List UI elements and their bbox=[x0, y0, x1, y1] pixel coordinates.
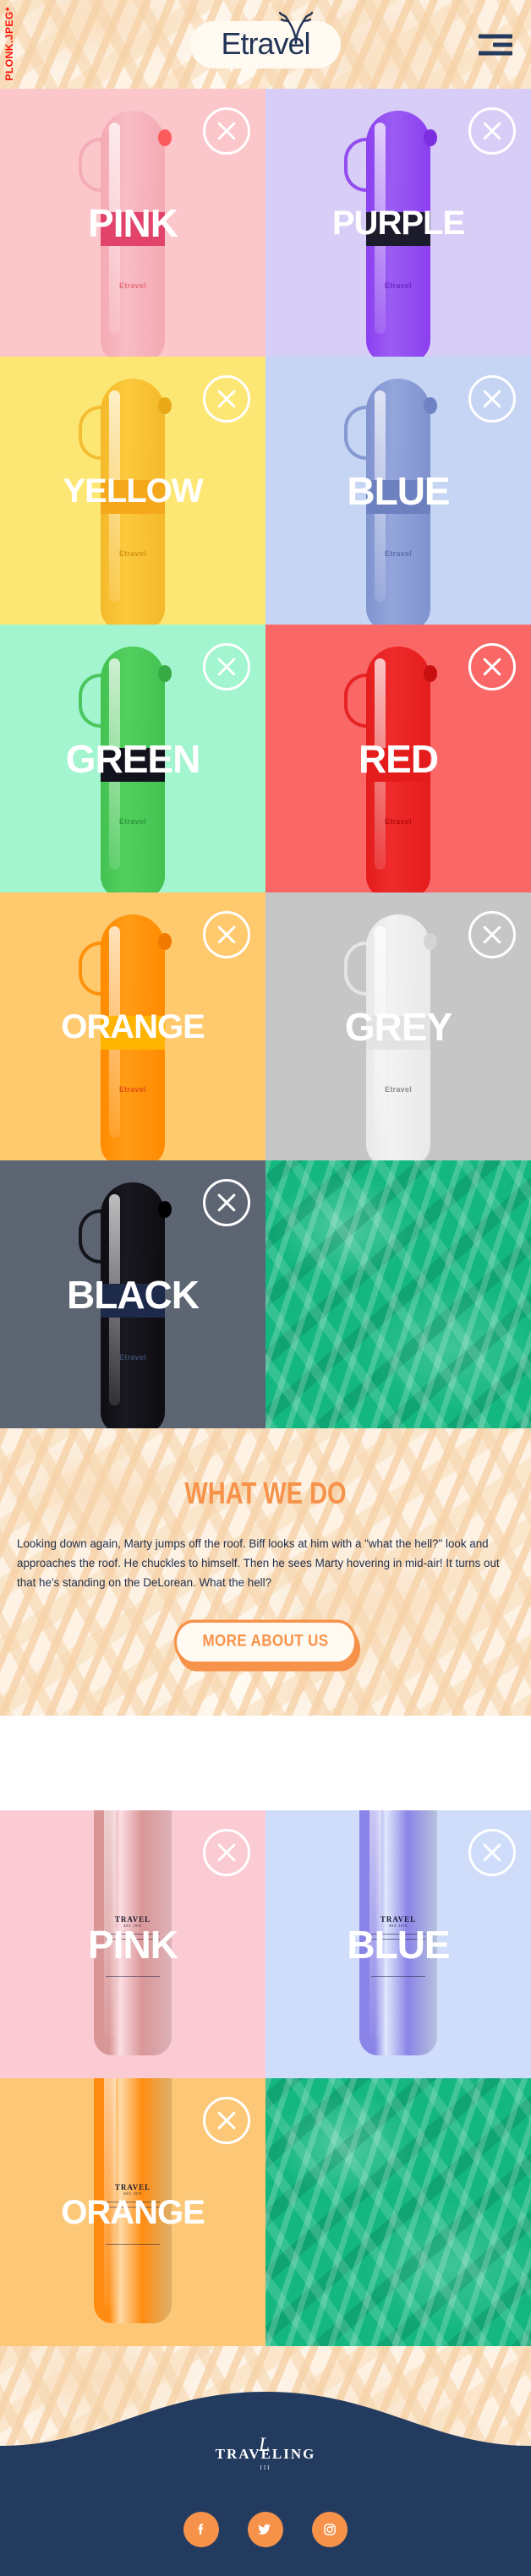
what-we-do-section: WHAT WE DO Looking down again, Marty jum… bbox=[0, 1428, 531, 1716]
product-color-label: RED bbox=[358, 736, 439, 781]
bottle-spout bbox=[158, 1201, 172, 1218]
tumbler-rule bbox=[106, 1976, 160, 1978]
bottle-spout bbox=[424, 397, 437, 414]
bottle-brand-mark: Etravel bbox=[384, 817, 413, 826]
close-x-icon[interactable] bbox=[203, 375, 250, 423]
antler-icon bbox=[278, 11, 314, 44]
site-header: Etravel bbox=[0, 0, 531, 89]
instagram-icon[interactable] bbox=[312, 2512, 348, 2548]
product-grid-primary: Etravel PINK Etravel PURPLE Etravel YELLOW Etr… bbox=[0, 89, 531, 1428]
product-tile-black[interactable]: Etravel BLACK bbox=[0, 1160, 266, 1428]
product-color-label: PINK bbox=[88, 1922, 178, 1967]
bottle-brand-mark: Etravel bbox=[118, 817, 147, 826]
close-x-icon[interactable] bbox=[468, 1829, 516, 1877]
bottle-brand-mark: Etravel bbox=[118, 281, 147, 290]
product-color-label: PINK bbox=[88, 200, 178, 245]
site-footer: L TRAVELING III bbox=[0, 2346, 531, 2576]
product-color-label: YELLOW bbox=[63, 472, 203, 510]
hamburger-line bbox=[493, 42, 512, 46]
close-x-icon[interactable] bbox=[468, 911, 516, 958]
facebook-icon[interactable] bbox=[183, 2512, 219, 2548]
product-color-label: GREY bbox=[344, 1004, 452, 1049]
more-about-us-button[interactable]: MORE ABOUT US bbox=[174, 1619, 357, 1665]
page-root: PLONK.JPEG* Etravel Etravel PINK Etravel P bbox=[0, 0, 531, 2576]
product-tile-green[interactable]: Etravel GREEN bbox=[0, 625, 266, 892]
product-color-label: ORANGE bbox=[61, 1007, 205, 1045]
bottle-brand-mark: Etravel bbox=[118, 549, 147, 558]
bottle-brand-mark: Etravel bbox=[118, 1085, 147, 1094]
footer-bar bbox=[0, 2490, 531, 2576]
close-x-icon[interactable] bbox=[468, 643, 516, 690]
product-tile-blue[interactable]: TRAVEL EST. 1970 BLUE bbox=[266, 1810, 531, 2079]
bottle-brand-mark: Etravel bbox=[384, 1085, 413, 1094]
close-x-icon[interactable] bbox=[203, 1829, 250, 1877]
product-color-label: ORANGE bbox=[61, 2193, 205, 2231]
site-logo[interactable]: Etravel bbox=[190, 11, 341, 68]
product-tile-pink[interactable]: Etravel PINK bbox=[0, 89, 266, 357]
product-grid-secondary: TRAVEL EST. 1970 PINK TRAVEL EST. 1970 BLUE TR… bbox=[0, 1810, 531, 2347]
footer-logo[interactable]: L TRAVELING III bbox=[216, 2434, 316, 2472]
product-tile-orange[interactable]: Etravel ORANGE bbox=[0, 892, 266, 1160]
product-tile-purple[interactable]: Etravel PURPLE bbox=[266, 89, 531, 357]
bottle-spout bbox=[158, 665, 172, 682]
product-color-label: GREEN bbox=[65, 736, 201, 781]
tumbler-rule bbox=[371, 1976, 425, 1978]
bottle-brand-mark: Etravel bbox=[118, 1353, 147, 1362]
product-tile-red[interactable]: Etravel RED bbox=[266, 625, 531, 892]
footer-logo-subtext: III bbox=[260, 2464, 271, 2472]
close-x-icon[interactable] bbox=[468, 375, 516, 423]
product-color-label: BLUE bbox=[347, 1922, 450, 1967]
decorative-marble-tile bbox=[266, 1160, 531, 1428]
close-x-icon[interactable] bbox=[203, 2097, 250, 2145]
product-color-label: PURPLE bbox=[331, 204, 465, 242]
bottle-brand-mark: Etravel bbox=[384, 281, 413, 290]
footer-logo-script: L bbox=[259, 2434, 270, 2456]
bottle-spout bbox=[158, 129, 172, 146]
section-title: WHAT WE DO bbox=[184, 1476, 347, 1511]
bottle-spout bbox=[158, 933, 172, 950]
close-x-icon[interactable] bbox=[203, 911, 250, 958]
product-tile-orange[interactable]: TRAVEL EST. 1970 ORANGE bbox=[0, 2078, 266, 2347]
decorative-marble-tile bbox=[266, 2078, 531, 2347]
white-spacer bbox=[0, 1716, 531, 1811]
product-tile-grey[interactable]: Etravel GREY bbox=[266, 892, 531, 1160]
social-links bbox=[0, 2512, 531, 2548]
close-x-icon[interactable] bbox=[203, 1179, 250, 1226]
footer-texture: L TRAVELING III bbox=[0, 2346, 531, 2491]
tumbler-rule bbox=[106, 2244, 160, 2246]
close-x-icon[interactable] bbox=[203, 643, 250, 690]
bottle-spout bbox=[424, 665, 437, 682]
hamburger-line bbox=[479, 51, 512, 55]
product-tile-blue[interactable]: Etravel BLUE bbox=[266, 357, 531, 625]
bottle-brand-mark: Etravel bbox=[384, 549, 413, 558]
twitter-icon[interactable] bbox=[248, 2512, 283, 2548]
watermark-label: PLONK.JPEG* bbox=[3, 7, 15, 81]
product-color-label: BLUE bbox=[347, 468, 450, 513]
hamburger-line bbox=[479, 34, 512, 38]
product-tile-pink[interactable]: TRAVEL EST. 1970 PINK bbox=[0, 1810, 266, 2079]
section-body-text: Looking down again, Marty jumps off the … bbox=[17, 1537, 500, 1590]
close-x-icon[interactable] bbox=[203, 107, 250, 155]
close-x-icon[interactable] bbox=[468, 107, 516, 155]
product-tile-yellow[interactable]: Etravel YELLOW bbox=[0, 357, 266, 625]
bottle-spout bbox=[424, 129, 437, 146]
hamburger-menu-icon[interactable] bbox=[479, 34, 512, 55]
product-color-label: BLACK bbox=[67, 1272, 200, 1317]
bottle-spout bbox=[424, 933, 437, 950]
bottle-spout bbox=[158, 397, 172, 414]
